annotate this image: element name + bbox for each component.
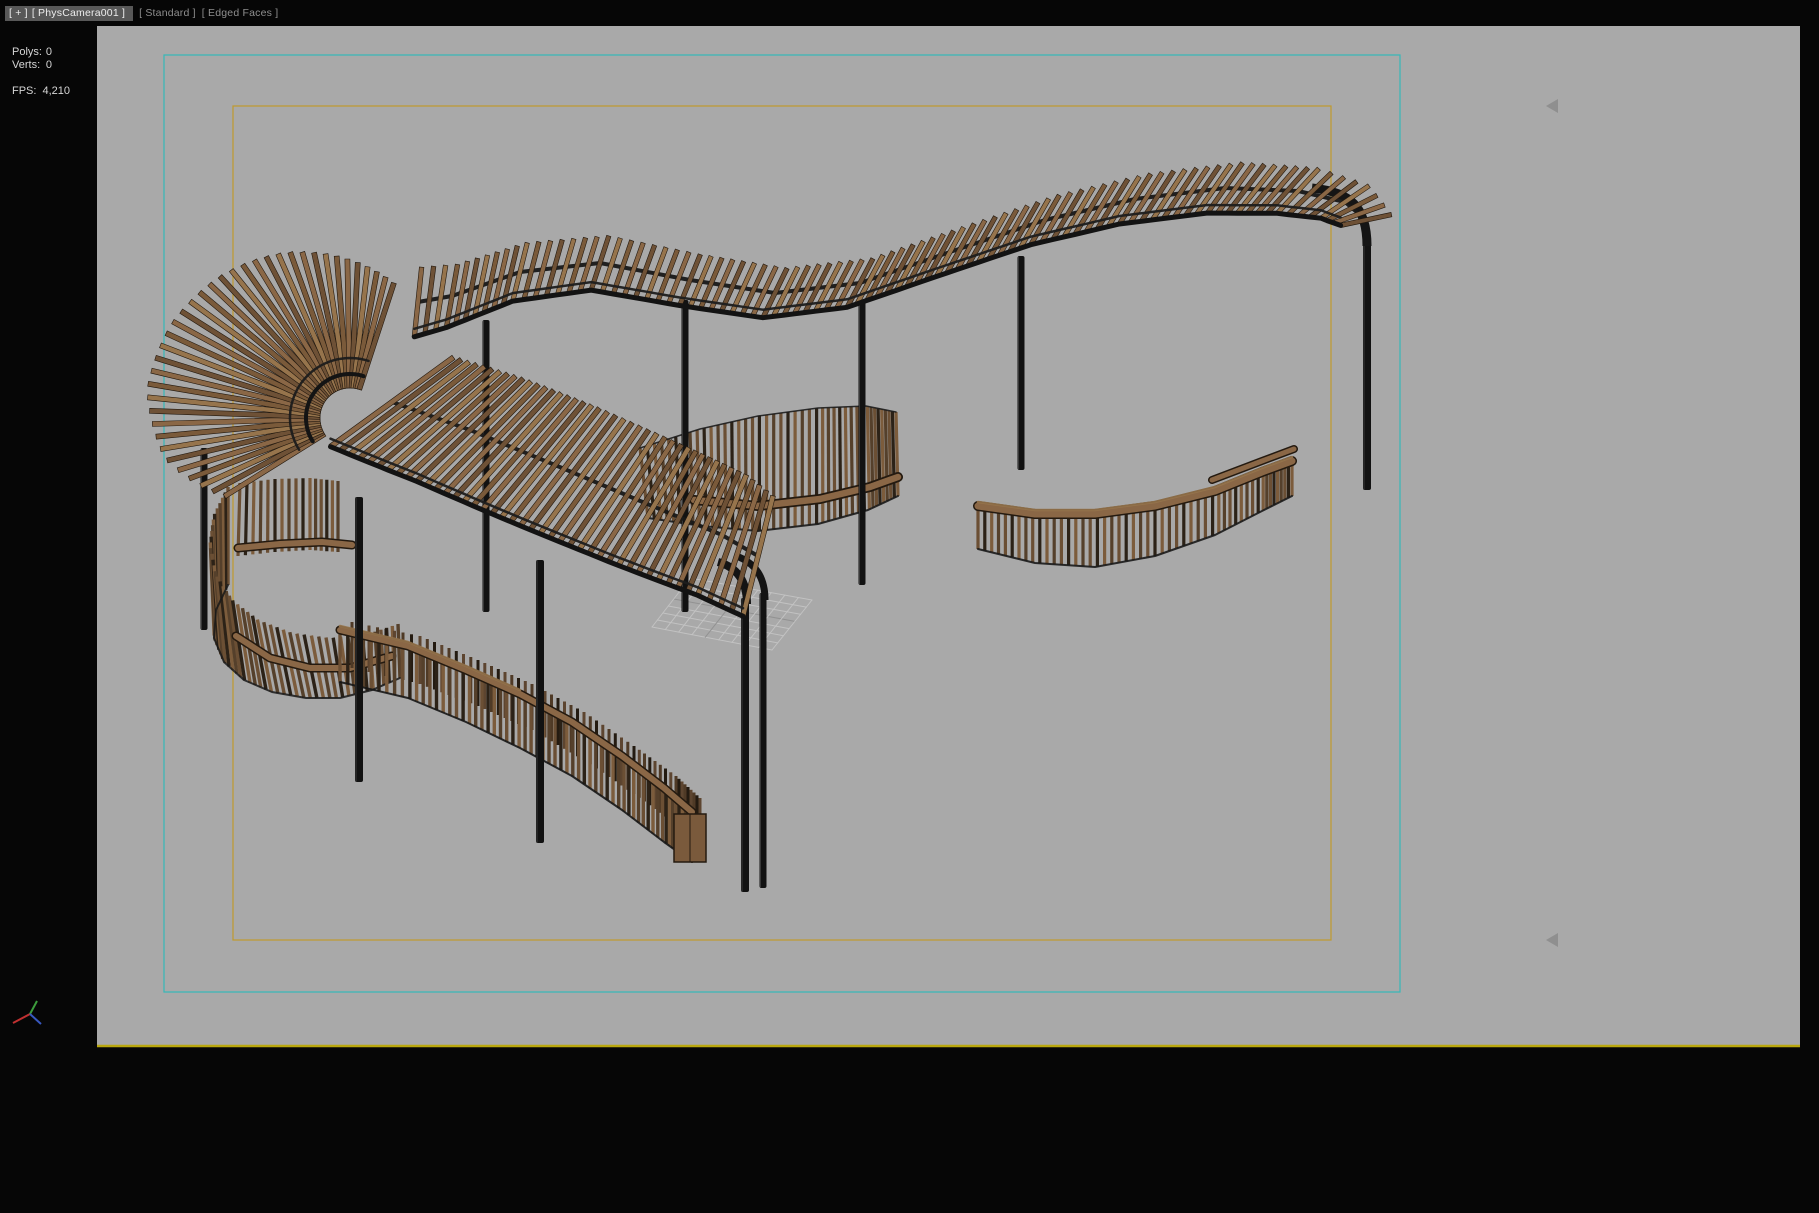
viewport-label-highlight: [ + ] [ PhysCamera001 ] xyxy=(5,6,134,21)
viewport-shading-quality-menu[interactable]: [ Standard ] xyxy=(139,7,196,19)
fps-label: FPS: xyxy=(12,85,37,97)
viewport-shading-style-menu[interactable]: [ Edged Faces ] xyxy=(202,7,279,19)
camera-viewport-canvas[interactable] xyxy=(0,0,1819,1213)
fps-stat: FPS: 4,210 xyxy=(12,85,70,98)
statistics-overlay: Polys: 0 Verts: 0 FPS: 4,210 xyxy=(12,46,70,98)
viewport-background xyxy=(97,26,1800,1048)
polys-stat: Polys: 0 xyxy=(12,46,52,59)
verts-stat: Verts: 0 xyxy=(12,59,52,72)
polys-label: Polys: xyxy=(12,46,42,58)
verts-label: Verts: xyxy=(12,59,41,71)
max-viewport: [ + ] [ PhysCamera001 ] [ Standard ] [ Edge… xyxy=(0,0,1819,1213)
viewport-label-bar: [ + ] [ PhysCamera001 ] [ Standard ] [ Edge… xyxy=(5,6,278,21)
viewport-pov-menu[interactable]: [ PhysCamera001 ] xyxy=(32,7,125,19)
verts-value: 0 xyxy=(45,59,52,71)
viewport-general-menu[interactable]: [ + ] xyxy=(9,7,28,19)
polys-value: 0 xyxy=(45,46,52,58)
fps-value: 4,210 xyxy=(42,85,70,97)
world-axis-tripod xyxy=(12,1000,42,1025)
